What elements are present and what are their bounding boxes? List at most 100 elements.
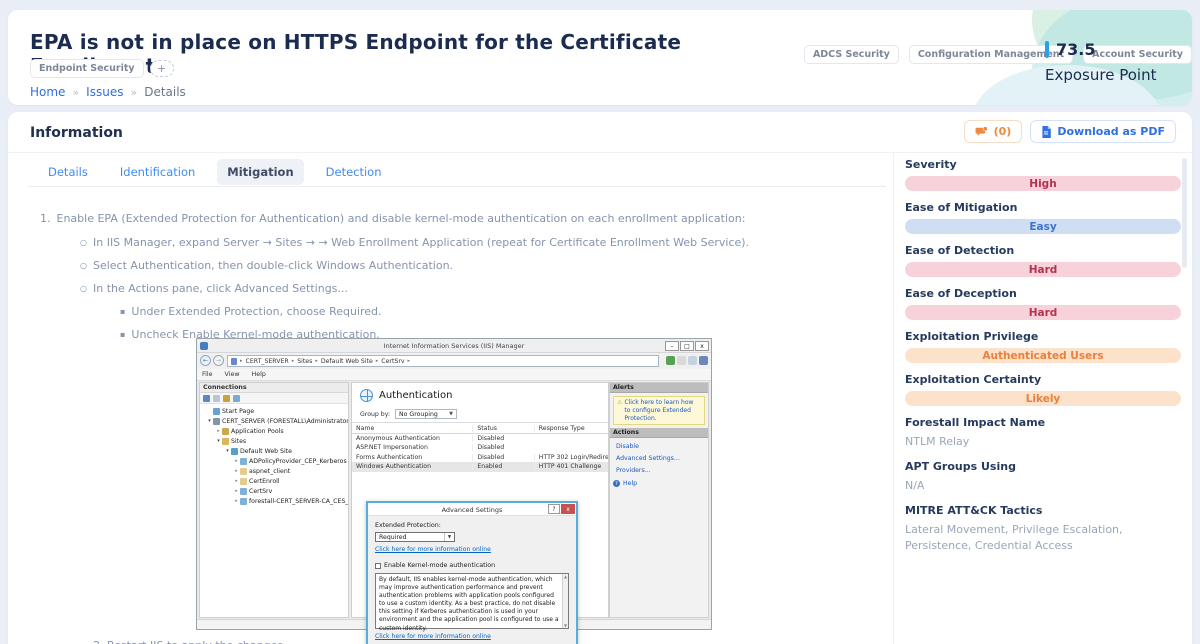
tree-item-adpolicyprovider: ▸ ADPolicyProvider_CEP_Kerberos bbox=[200, 456, 348, 466]
alert-link: Click here to learn how to configure Ext… bbox=[624, 399, 701, 422]
web-application-icon bbox=[240, 488, 247, 495]
information-card: Information (0) Download as PDF bbox=[8, 112, 1192, 644]
ease-of-mitigation-badge: Easy bbox=[905, 219, 1181, 234]
dialog-help-icon: ? bbox=[548, 504, 560, 514]
apt-groups-value: N/A bbox=[905, 478, 1181, 494]
iis-titlebar: Internet Information Services (IIS) Mana… bbox=[197, 339, 711, 353]
menu-file: File bbox=[202, 371, 213, 378]
mitigation-screenshot-iis-manager: Internet Information Services (IIS) Mana… bbox=[196, 338, 712, 630]
alert-box: ⚠ Click here to learn how to configure E… bbox=[613, 396, 705, 425]
toolbar-icon bbox=[223, 395, 230, 402]
go-icon bbox=[666, 356, 675, 365]
divider bbox=[352, 422, 608, 423]
folder-icon bbox=[240, 478, 247, 485]
tree-item-server: ▾ CERT_SERVER (FORESTALL\Administrator) bbox=[200, 416, 348, 426]
exploitation-privilege-badge: Authenticated Users bbox=[905, 348, 1181, 363]
close-icon: x bbox=[695, 341, 709, 351]
tag-endpoint-security[interactable]: Endpoint Security bbox=[30, 59, 144, 78]
add-tag-button[interactable]: + bbox=[150, 60, 174, 77]
iis-window-title: Internet Information Services (IIS) Mana… bbox=[197, 342, 711, 350]
address-segment: Sites bbox=[297, 358, 312, 365]
kernel-mode-description-box: By default, IIS enables kernel-mode auth… bbox=[375, 573, 569, 629]
scrollbar: ▲▼ bbox=[562, 574, 568, 628]
ease-of-detection-label: Ease of Detection bbox=[905, 244, 1181, 257]
kernel-mode-checkbox-label: Enable Kernel-mode authentication bbox=[384, 562, 495, 569]
address-segment: CERT_SERVER bbox=[246, 358, 289, 365]
start-page-icon bbox=[213, 408, 220, 415]
alerts-header: Alerts bbox=[610, 383, 708, 393]
toolbar-icon bbox=[677, 356, 686, 365]
tree-item-start-page: Start Page bbox=[200, 406, 348, 416]
issue-attributes-sidebar: Severity High Ease of Mitigation Easy Ea… bbox=[905, 158, 1181, 564]
tab-detection[interactable]: Detection bbox=[316, 159, 392, 185]
authentication-feature-icon bbox=[360, 389, 373, 402]
breadcrumb-separator: » bbox=[72, 86, 79, 99]
list-number: 1. bbox=[40, 212, 51, 225]
address-segment: Default Web Site bbox=[321, 358, 373, 365]
address-segment: CertSrv bbox=[381, 358, 404, 365]
breadcrumb-issues-link[interactable]: Issues bbox=[86, 85, 123, 99]
tree-item-certenroll: ▸ CertEnroll bbox=[200, 476, 348, 486]
help-icon: ? bbox=[613, 480, 620, 487]
breadcrumb-arrow-icon: ▸ bbox=[240, 358, 243, 364]
action-help: ? Help bbox=[613, 480, 708, 487]
page-icon bbox=[231, 358, 237, 365]
action-advanced-settings: Advanced Settings... bbox=[616, 455, 708, 462]
mitigation-step-1: 1.Enable EPA (Extended Protection for Au… bbox=[40, 212, 745, 225]
tab-identification[interactable]: Identification bbox=[110, 159, 205, 185]
forward-icon: → bbox=[213, 355, 224, 366]
tab-mitigation[interactable]: Mitigation bbox=[217, 159, 303, 185]
chevron-down-icon: ▼ bbox=[444, 533, 454, 541]
breadcrumb: Home » Issues » Details bbox=[30, 85, 186, 99]
web-application-icon bbox=[240, 458, 247, 465]
warning-icon: ⚠ bbox=[617, 399, 622, 422]
forestall-impact-name-label: Forestall Impact Name bbox=[905, 416, 1181, 429]
application-pools-icon bbox=[222, 428, 229, 435]
tag-adcs-security[interactable]: ADCS Security bbox=[804, 45, 899, 64]
apt-groups-label: APT Groups Using bbox=[905, 460, 1181, 473]
breadcrumb-current: Details bbox=[144, 85, 186, 99]
divider bbox=[893, 153, 894, 644]
dialog-title: Advanced Settings bbox=[368, 506, 576, 514]
table-header-row: Name Status Response Type bbox=[352, 424, 608, 434]
tree-item-application-pools: ▸ Application Pools bbox=[200, 426, 348, 436]
exploitation-certainty-badge: Likely bbox=[905, 391, 1181, 406]
toolbar-icon bbox=[688, 356, 697, 365]
table-row: Forms Authentication Disabled HTTP 302 L… bbox=[352, 453, 608, 463]
chevron-down-icon: ▼ bbox=[449, 411, 453, 417]
mitigation-step-1-sub-3: ○In the Actions pane, click Advanced Set… bbox=[80, 282, 348, 295]
table-row: ASP.NET Impersonation Disabled bbox=[352, 443, 608, 453]
iis-connections-panel: Connections Start Page ▾ bbox=[199, 382, 349, 618]
iis-address-bar: ← → ▸ CERT_SERVER ▸ Sites ▸ Default Web … bbox=[197, 353, 711, 369]
breadcrumb-arrow-icon: ▸ bbox=[315, 358, 318, 364]
breadcrumb-home-link[interactable]: Home bbox=[30, 85, 65, 99]
download-pdf-button[interactable]: Download as PDF bbox=[1030, 120, 1176, 143]
breadcrumb-separator: » bbox=[130, 86, 137, 99]
mitre-tactics-label: MITRE ATT&CK Tactics bbox=[905, 504, 1181, 517]
extended-protection-dropdown: Required ▼ bbox=[375, 532, 455, 542]
connections-toolbar bbox=[200, 393, 348, 404]
pdf-file-icon bbox=[1041, 126, 1051, 138]
comments-count: (0) bbox=[994, 125, 1012, 138]
forestall-impact-name-value: NTLM Relay bbox=[905, 434, 1181, 450]
table-row: Anonymous Authentication Disabled bbox=[352, 434, 608, 444]
exploitation-certainty-label: Exploitation Certainty bbox=[905, 373, 1181, 386]
exposure-bar-icon bbox=[1045, 41, 1049, 58]
back-icon: ← bbox=[200, 355, 211, 366]
scrollbar[interactable] bbox=[1182, 158, 1187, 268]
sites-folder-icon bbox=[222, 438, 229, 445]
folder-icon bbox=[240, 468, 247, 475]
group-by-dropdown: No Grouping▼ bbox=[395, 409, 457, 419]
actions-header: Actions bbox=[610, 428, 708, 438]
ease-of-deception-label: Ease of Deception bbox=[905, 287, 1181, 300]
web-application-icon bbox=[240, 498, 247, 505]
divider bbox=[8, 152, 1192, 153]
ease-of-deception-badge: Hard bbox=[905, 305, 1181, 320]
website-icon bbox=[231, 448, 238, 455]
toolbar-icon bbox=[233, 395, 240, 402]
information-title: Information bbox=[30, 125, 123, 141]
menu-view: View bbox=[225, 371, 240, 378]
comments-button[interactable]: (0) bbox=[964, 120, 1023, 143]
exposure-label: Exposure Point bbox=[1045, 66, 1156, 84]
tab-details[interactable]: Details bbox=[38, 159, 98, 185]
